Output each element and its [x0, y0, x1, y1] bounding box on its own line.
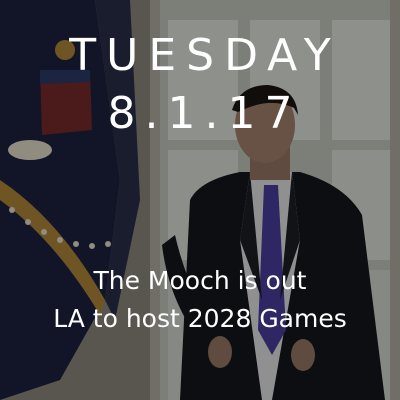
headline-1: The Mooch is out	[93, 266, 307, 295]
day-heading: TUESDAY	[69, 30, 341, 81]
headline-2: LA to host 2028 Games	[53, 304, 347, 333]
graphic-canvas: TUESDAY 8.1.17 The Mooch is out LA to ho…	[0, 0, 400, 400]
date-heading: 8.1.17	[107, 88, 302, 139]
